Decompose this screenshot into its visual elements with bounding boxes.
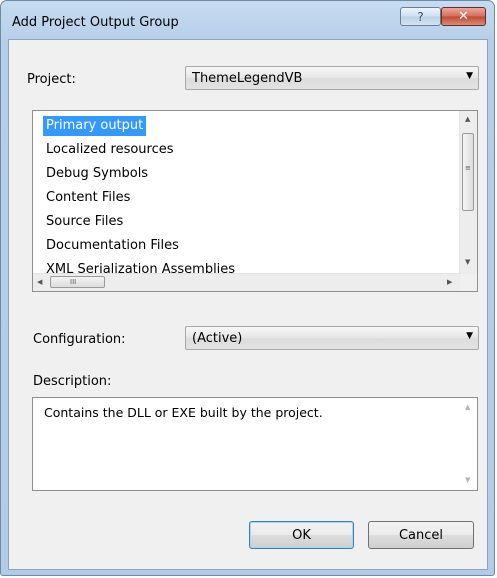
dialog-title: Add Project Output Group <box>12 15 179 30</box>
ok-button-label: OK <box>292 527 311 543</box>
scroll-left-icon[interactable]: ◀ <box>37 278 42 286</box>
list-item[interactable]: Documentation Files <box>43 236 182 256</box>
title-bar[interactable]: Add Project Output Group ? ✕ <box>1 1 494 39</box>
help-button[interactable]: ? <box>400 7 441 26</box>
list-item[interactable]: Primary output <box>43 116 147 136</box>
close-icon: ✕ <box>458 9 469 24</box>
description-text: Contains the DLL or EXE built by the pro… <box>44 405 323 420</box>
list-item[interactable]: Content Files <box>43 188 133 208</box>
horizontal-scrollbar[interactable]: ◀ III ▶ <box>33 273 461 291</box>
list-item[interactable]: Debug Symbols <box>43 164 151 184</box>
scroll-up-icon[interactable]: ▲ <box>465 403 470 411</box>
grip-icon: III <box>70 278 77 286</box>
scroll-right-icon[interactable]: ▶ <box>447 278 452 286</box>
scroll-down-icon[interactable]: ▼ <box>465 476 470 484</box>
configuration-dropdown[interactable]: (Active) ▼ <box>185 326 479 350</box>
project-value: ThemeLegendVB <box>192 71 303 86</box>
description-scrollbar[interactable]: ▲ ▼ <box>460 398 477 490</box>
horizontal-scroll-thumb[interactable]: III <box>50 276 105 288</box>
project-label: Project: <box>27 72 76 87</box>
ok-button[interactable]: OK <box>249 521 354 549</box>
configuration-label: Configuration: <box>33 332 126 347</box>
dialog-content: Project: ThemeLegendVB ▼ Primary output … <box>8 39 488 570</box>
configuration-value: (Active) <box>192 331 243 346</box>
project-dropdown[interactable]: ThemeLegendVB ▼ <box>185 66 479 90</box>
scrollbar-corner <box>460 274 477 291</box>
help-icon: ? <box>417 9 424 24</box>
description-box[interactable]: Contains the DLL or EXE built by the pro… <box>32 397 478 491</box>
cancel-button-label: Cancel <box>398 527 444 543</box>
list-item[interactable]: Source Files <box>43 212 126 232</box>
chevron-down-icon: ▼ <box>466 331 473 341</box>
output-group-list[interactable]: Primary output Localized resources Debug… <box>32 110 478 292</box>
close-button[interactable]: ✕ <box>441 7 486 26</box>
chevron-down-icon: ▼ <box>466 71 473 81</box>
description-label: Description: <box>33 374 112 389</box>
vertical-scroll-thumb[interactable]: ≡ <box>462 133 474 211</box>
grip-icon: ≡ <box>465 164 471 172</box>
vertical-scrollbar[interactable]: ▲ ≡ ▼ <box>459 111 477 274</box>
list-item[interactable]: Localized resources <box>43 140 177 160</box>
dialog-window: Add Project Output Group ? ✕ Project: Th… <box>0 0 495 576</box>
cancel-button[interactable]: Cancel <box>368 521 474 549</box>
scroll-up-icon[interactable]: ▲ <box>465 115 470 123</box>
scroll-down-icon[interactable]: ▼ <box>465 258 470 266</box>
